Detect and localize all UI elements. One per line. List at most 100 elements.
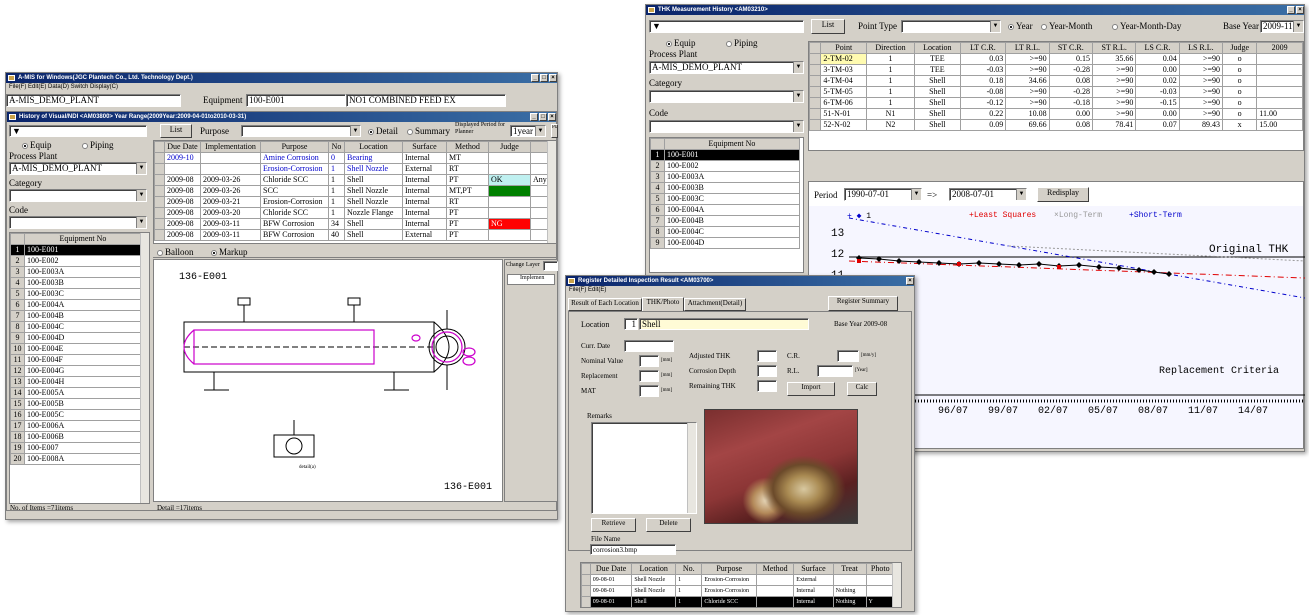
result-column-header[interactable]: Purpose — [701, 563, 758, 575]
list-button[interactable]: List — [811, 19, 845, 34]
history-column-header[interactable]: No — [328, 141, 345, 153]
balloon-radio[interactable]: Balloon — [157, 247, 194, 257]
corrosion-depth-field[interactable] — [757, 365, 777, 377]
thk-column-header[interactable]: ST C.R. — [1048, 42, 1093, 54]
equipment-row[interactable]: 15 100-E005B — [10, 398, 142, 410]
tab-result-location[interactable]: Result of Each Location — [568, 298, 642, 311]
year-month-day-radio[interactable]: Year-Month-Day — [1112, 21, 1181, 31]
result-column-header[interactable]: Photo — [865, 563, 895, 575]
result-column-header[interactable]: Location — [631, 563, 677, 575]
cr-field[interactable] — [837, 350, 859, 362]
history-row[interactable]: 2009-08 2009-03-26 Chloride SCC 1 Shell Inter… — [154, 174, 551, 186]
year-radio[interactable]: Year — [1008, 21, 1033, 31]
code-select[interactable]: ▼ — [649, 120, 804, 133]
nominal-field[interactable] — [639, 355, 659, 367]
period-from-select[interactable]: 1990-07-01 ▼ — [844, 188, 922, 201]
remaining-thk-field[interactable] — [757, 380, 777, 392]
category-select[interactable]: ▼ — [9, 189, 147, 202]
year-month-radio[interactable]: Year-Month — [1041, 21, 1092, 31]
result-column-header[interactable]: No. — [675, 563, 703, 575]
planning-button[interactable]: Planning — [551, 124, 558, 138]
result-column-header[interactable]: Treat — [832, 563, 867, 575]
code-select[interactable]: ▼ — [9, 216, 147, 229]
history-row[interactable]: 2009-08 2009-03-21 Erosion-Corrosion 1 Shell… — [154, 196, 551, 208]
thk-points-table[interactable]: Point Direction Location LT C.R. LT R.L. ST C… — [808, 41, 1304, 151]
file-name-field[interactable]: corrosion3.bmp — [590, 544, 676, 555]
plant-field[interactable]: A-MIS_DEMO_PLANT — [6, 94, 181, 107]
process-plant-select[interactable]: A-MIS_DEMO_PLANT ▼ — [649, 61, 804, 74]
thk-column-header[interactable]: Location — [913, 42, 961, 54]
remarks-scrollbar[interactable] — [687, 423, 696, 513]
base-year-select[interactable]: 2009-11 ▼ — [1260, 20, 1304, 33]
history-column-header[interactable]: Purpose — [260, 141, 329, 153]
thk-column-header[interactable]: 2009 — [1256, 42, 1303, 54]
point-type-select[interactable]: ▼ — [901, 20, 1001, 33]
history-row[interactable]: 2009-08 2009-03-11 BFW Corrosion 34 Shell Int… — [154, 218, 551, 230]
thk-column-header[interactable]: Point — [820, 42, 868, 54]
equipment-row[interactable]: 12 100-E004G — [10, 365, 142, 377]
redisplay-button[interactable]: Redisplay — [1037, 187, 1089, 202]
curr-date-field[interactable] — [624, 340, 674, 352]
location-results-table[interactable]: Due Date Location No. Purpose Method Surface T… — [580, 562, 902, 608]
close-button[interactable]: × — [906, 277, 914, 285]
tab-attachment[interactable]: Attachment(Detail) — [684, 298, 746, 311]
results-table-scrollbar[interactable] — [892, 563, 901, 607]
equipment-row[interactable]: 13 100-E004H — [10, 376, 142, 388]
close-button[interactable]: × — [549, 74, 557, 82]
result-row[interactable]: 09-08-01 Shell 1 Chloride SCC Internal Nothin… — [581, 596, 895, 607]
register-menubar[interactable]: File(F) Edit(E) — [566, 286, 914, 295]
history-column-header[interactable]: Due Date — [164, 141, 201, 153]
equipment-row[interactable]: 1 100-E001 — [650, 149, 800, 161]
remarks-textarea[interactable] — [591, 422, 697, 514]
equipment-row[interactable]: 2 100-E002 — [10, 255, 142, 267]
maximize-button[interactable]: □ — [539, 113, 547, 121]
thk-row[interactable]: 4-TM-04 1 Shell 0.18 34.66 0.08 >=90 0.02 >=90 o — [809, 75, 1303, 87]
category-select[interactable]: ▼ — [649, 90, 804, 103]
equipment-row[interactable]: 1 100-E001 — [10, 244, 142, 256]
markup-radio[interactable]: Markup — [211, 247, 248, 257]
inspection-history-table[interactable]: Due Date Implementation Purpose No Location S… — [153, 140, 557, 244]
thk-column-header[interactable]: LS R.L. — [1178, 42, 1224, 54]
result-row[interactable]: 09-08-01 Shell Nozzle 1 Erosion-Corrosion Ex… — [581, 574, 895, 586]
period-to-select[interactable]: 2008-07-01 ▼ — [949, 188, 1027, 201]
thk-row[interactable]: 6-TM-06 1 Shell -0.12 >=90 -0.18 >=90 -0.15 >=90… — [809, 97, 1303, 109]
minimize-button[interactable]: _ — [531, 74, 539, 82]
equipment-row[interactable]: 3 100-E003A — [10, 266, 142, 278]
thk-column-header[interactable]: ST R.L. — [1091, 42, 1137, 54]
equipment-row[interactable]: 8 100-E004C — [10, 321, 142, 333]
history-column-header[interactable]: Method — [446, 141, 489, 153]
main-menubar[interactable]: File(F) Edit(E) Data(D) Switch Display(C… — [6, 83, 557, 92]
thk-column-header[interactable]: Direction — [866, 42, 915, 54]
thk-column-header[interactable]: Judge — [1222, 42, 1258, 54]
filter-field[interactable]: ▼ — [649, 20, 804, 33]
result-row[interactable]: 09-08-01 Shell Nozzle 1 Erosion-Corrosion In… — [581, 585, 895, 597]
import-button[interactable]: Import — [787, 382, 835, 396]
equipment-row[interactable]: 11 100-E004F — [10, 354, 142, 366]
equipment-row[interactable]: 6 100-E004A — [10, 299, 142, 311]
replacement-field[interactable] — [639, 370, 659, 382]
detail-radio[interactable]: Detail — [368, 126, 398, 136]
equipment-row[interactable]: 14 100-E005A — [10, 387, 142, 399]
history-column-header[interactable]: Surface — [402, 141, 447, 153]
list-button[interactable]: List — [160, 124, 192, 138]
equipment-row[interactable]: 20 100-E008A — [10, 453, 142, 465]
maximize-button[interactable]: □ — [540, 74, 548, 82]
register-summary-button[interactable]: Register Summary — [828, 296, 898, 311]
adjusted-thk-field[interactable] — [757, 350, 777, 362]
equipment-row[interactable]: 8 100-E004C — [650, 226, 800, 238]
equipment-row[interactable]: 6 100-E004A — [650, 204, 800, 216]
close-button[interactable]: × — [1296, 6, 1304, 14]
filter-field[interactable]: ▼ — [9, 125, 147, 137]
piping-radio[interactable]: Piping — [82, 140, 114, 150]
calc-button[interactable]: Calc — [847, 382, 877, 396]
equipment-row[interactable]: 4 100-E003B — [650, 182, 800, 194]
history-row[interactable]: Erosion-Corrosion 1 Shell Nozzle External RT — [154, 163, 551, 175]
equipment-row[interactable]: 19 100-E007 — [10, 442, 142, 454]
equipment-row[interactable]: 2 100-E002 — [650, 160, 800, 172]
equip-radio[interactable]: Equip — [22, 140, 52, 150]
minimize-button[interactable]: _ — [1287, 6, 1295, 14]
history-row[interactable]: 2009-08 2009-03-20 Chloride SCC 1 Nozzle Fla… — [154, 207, 551, 219]
history-column-header[interactable]: Implementation — [200, 141, 261, 153]
history-column-header[interactable]: Judge — [488, 141, 531, 153]
purpose-select[interactable]: ▼ — [241, 125, 361, 137]
